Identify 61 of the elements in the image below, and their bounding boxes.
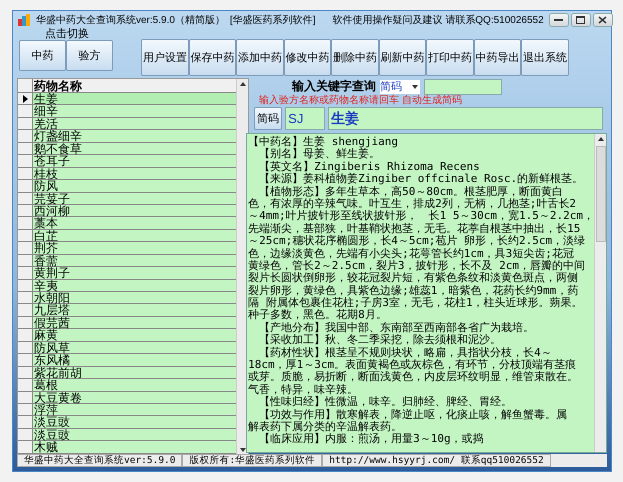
maximize-icon <box>576 16 586 24</box>
text-line: 【药材性状】根茎呈不规则块状，略扁，具指状分枝，长4～ <box>258 346 553 359</box>
mode-button[interactable]: 验方 <box>66 40 113 71</box>
text-line: 隔 附属体包裹住花柱;子房3室，无毛，花柱1，柱头近球形。蒴果。 <box>248 297 584 310</box>
text-line: 解表药下属分类的辛温解表药。 <box>248 420 404 433</box>
text-line: 【英文名】Zingiberis Rhizoma Recens <box>258 160 481 173</box>
status-text: 华盛中药大全查询系统ver:5.9.0 <box>17 454 182 467</box>
text-line: 或芽。质脆，易折断，断面浅黄色，内皮层环纹明显，维管束散在。 <box>248 371 580 384</box>
text-line: 【性味归经】性微温，味辛。归肺经、脾经、胃经。 <box>258 396 514 408</box>
text-line: 【临床应用】内服：煎汤，用量3～10g，或捣 <box>258 433 485 446</box>
code-field[interactable]: SJ <box>285 107 326 130</box>
toolbar-button[interactable]: 退出系统 <box>521 39 568 76</box>
row-pointer-icon <box>22 94 28 103</box>
code-button[interactable]: 简码 <box>254 107 282 130</box>
toolbar-button[interactable]: 刷新中药 <box>378 39 426 76</box>
text-line: 【采收加工】秋、冬二季采挖，除去须根和泥沙。 <box>258 334 502 346</box>
close-icon <box>598 16 608 24</box>
scrollbar[interactable] <box>594 134 606 452</box>
text-line: 【别名】母姜、鲜生姜。 <box>258 148 380 160</box>
toolbar-button[interactable]: 中药导出 <box>474 39 521 76</box>
toolbar-button[interactable]: 打印中药 <box>426 39 474 76</box>
minimize-icon <box>554 18 564 22</box>
toolbar-button[interactable]: 修改中药 <box>284 39 331 76</box>
contact-notice: 软件使用操作疑问及建议 请联系QQ:510026552 <box>332 14 544 27</box>
mode-dropdown[interactable]: 简码 <box>380 80 420 94</box>
text-line: 【中药名】生姜 shengjiang <box>248 136 400 148</box>
status-text: 版权所有:华盛医药系列软件 <box>182 454 322 467</box>
search-label: 输入关键字查询 <box>292 78 376 94</box>
text-line: ～4mm;叶片披针形至线状披针形， 长1 5～30cm，宽1.5～2.2cm， <box>248 210 594 222</box>
text-line: 先端渐尖，基部狭，叶基鞘状抱茎，无毛。花葶自根茎中抽出，长15 <box>248 222 582 235</box>
text-line: 【功效与作用】散寒解表，降逆止呕，化痰止咳，解鱼蟹毒。属 <box>258 408 568 421</box>
text-line: 种子多数，黑色。花期8月。 <box>248 309 388 322</box>
text-line: 气香，特异，味辛辣。 <box>248 384 360 396</box>
maximize-button[interactable] <box>570 13 591 27</box>
toolbar-button[interactable]: 删除中药 <box>331 39 378 76</box>
text-line: 【来源】姜科植物姜Zingiber offcinale Rosc.的新鲜根茎。 <box>258 173 584 186</box>
name-field[interactable]: 生姜 <box>328 107 603 130</box>
close-button[interactable] <box>592 13 613 27</box>
text-line: ～25cm;穗状花序椭圆形，长4～5cm;苞片 卵形，长约2.5cm，淡绿 <box>248 235 586 248</box>
switch-label: 点击切换 <box>45 29 90 40</box>
text-line: 裂片长圆状倒卵形，较花冠裂片短，有紫色条纹和淡黄色斑点，两侧 <box>248 272 580 284</box>
scrollbar-thumb[interactable] <box>596 146 606 242</box>
dropdown-caret-icon[interactable] <box>410 84 420 88</box>
toolbar-button[interactable]: 保存中药 <box>188 39 236 76</box>
text-line: 色，有浓厚的辛辣气味。叶互生，排成2列，无柄，几抱茎;叶舌长2 <box>248 198 578 210</box>
text-line: 裂片卵形，黄绿色，具紫色边缘;雄蕊1，暗紫色，花药长约9mm，药 <box>248 284 580 297</box>
window-title: 华盛中药大全查询系统ver:5.9.0（精简版） <box>36 14 225 27</box>
mode-button[interactable]: 中药 <box>19 40 66 71</box>
text-line: 色，边缘淡黄色，先端有小尖头;花萼管长约1cm，具3短尖齿;花冠 <box>248 248 575 260</box>
text-line: 【产地分布】我国中部、东南部至西南部各省广为栽培。 <box>258 322 536 334</box>
status-text: http://www.hsyyrj.com/ 联系qq510026552 <box>322 454 551 467</box>
window-subtitle: [华盛医药系列软件] <box>230 14 316 27</box>
text-line: 18cm，厚1～3cm。表面黄褐色或灰棕色，有环节，分枝顶端有茎痕 <box>248 359 578 372</box>
minimize-button[interactable] <box>548 13 569 27</box>
toolbar-button[interactable]: 添加中药 <box>236 39 284 76</box>
search-field[interactable] <box>424 78 502 94</box>
text-line: 【植物形态】多年生草本，高50～80cm。根茎肥厚，断面黄白 <box>258 186 564 198</box>
text-line: 黄绿色，管长2～2.5cm，裂片3，披针形，长不及 2cm，唇瓣的中间 <box>248 260 586 272</box>
toolbar-button[interactable]: 用户设置 <box>141 39 188 76</box>
hint-text: 输入验方名称或药物名称请回车 自动生成简码 <box>259 95 463 106</box>
app-icon <box>17 13 31 27</box>
